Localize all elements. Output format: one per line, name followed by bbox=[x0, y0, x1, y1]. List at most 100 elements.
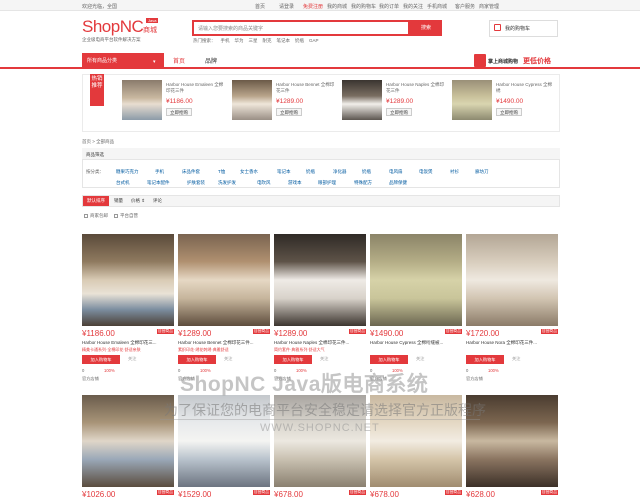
shopnc-logo[interactable]: ShopNC bbox=[82, 17, 144, 37]
top-cart-link[interactable]: 我的购物车 bbox=[351, 3, 379, 10]
filter-option[interactable]: 品牌保健 bbox=[389, 180, 407, 186]
hot-word[interactable]: GAP bbox=[309, 38, 319, 44]
filter-option[interactable]: 洗发护发 bbox=[218, 180, 236, 186]
my-follows-link[interactable]: 我的关注 bbox=[403, 3, 427, 10]
product-price: ¥1529.00 bbox=[178, 490, 212, 499]
filter-option[interactable]: 台式机 bbox=[116, 180, 130, 186]
self-operated-checkbox[interactable]: 平台自营 bbox=[114, 213, 138, 219]
add-to-cart-button[interactable]: 加入购物车 bbox=[82, 355, 120, 364]
hot-word[interactable]: 笔记本 bbox=[277, 38, 291, 44]
filter-option[interactable]: 床品件套 bbox=[182, 169, 200, 175]
sort-default-button[interactable]: 默认排序 bbox=[83, 196, 109, 206]
hot-item-name[interactable]: Harbor House Naples 全棉印花三件 bbox=[386, 82, 446, 94]
my-orders-link[interactable]: 我的订单 bbox=[379, 3, 403, 10]
search-placeholder: 请输入您要搜索的商品关键字 bbox=[198, 26, 264, 32]
top-link-home[interactable]: 首页 bbox=[255, 3, 279, 10]
hot-word[interactable]: 华为 bbox=[235, 38, 244, 44]
breadcrumb[interactable]: 首页 > 全部商品 bbox=[82, 139, 114, 145]
hot-item[interactable]: Harbor House Bennet 全棉印花三件 ¥1289.00 立即抢购 bbox=[232, 80, 342, 126]
filter-option[interactable]: 笔记本 bbox=[277, 169, 291, 175]
nav-home[interactable]: 首页 bbox=[173, 56, 185, 65]
product-desc: 简约套件·典雅系列·舒适大气 bbox=[274, 347, 325, 352]
filter-option[interactable]: 护肤套装 bbox=[187, 180, 205, 186]
hot-item-name[interactable]: Harbor House Cypress 全棉绣 bbox=[496, 82, 556, 94]
follow-button[interactable]: 关注 bbox=[224, 356, 232, 362]
register-link[interactable]: 免费注册 bbox=[303, 3, 327, 10]
hot-item-image[interactable] bbox=[452, 80, 492, 120]
filter-option[interactable]: 游戏本 bbox=[288, 180, 302, 186]
hot-item-buy-button[interactable]: 立即抢购 bbox=[166, 108, 192, 116]
filter-option[interactable]: 奶瓶 bbox=[362, 169, 371, 175]
hot-item[interactable]: Harbor House Naples 全棉印花三件 ¥1289.00 立即抢购 bbox=[342, 80, 452, 126]
hot-word[interactable]: 手机 bbox=[221, 38, 230, 44]
follow-button[interactable]: 关注 bbox=[512, 356, 520, 362]
product-image[interactable] bbox=[274, 234, 366, 326]
add-to-cart-button[interactable]: 加入购物车 bbox=[178, 355, 216, 364]
product-name[interactable]: Harbor House Bennet 全棉印花三件... bbox=[178, 340, 270, 346]
filter-option[interactable]: 电风扇 bbox=[389, 169, 403, 175]
filter-option[interactable]: 奶瓶 bbox=[306, 169, 315, 175]
hot-item-buy-button[interactable]: 立即抢购 bbox=[276, 108, 302, 116]
hot-item[interactable]: Harbor House Emaleen 全棉印花三件 ¥1186.00 立即抢… bbox=[122, 80, 232, 126]
hot-item-image[interactable] bbox=[342, 80, 382, 120]
search-button[interactable]: 搜索 bbox=[410, 20, 442, 36]
merchant-link[interactable]: 商家管理 bbox=[479, 3, 503, 10]
self-operated-badge: 自营商品 bbox=[444, 329, 462, 334]
product-name[interactable]: Harbor House Cypress 全棉绗缝被... bbox=[370, 340, 462, 346]
hot-item-name[interactable]: Harbor House Emaleen 全棉印花三件 bbox=[166, 82, 226, 94]
filter-option[interactable]: 电饭煲 bbox=[419, 169, 433, 175]
product-image[interactable] bbox=[466, 234, 558, 326]
filter-option[interactable]: 手机 bbox=[155, 169, 164, 175]
product-image[interactable] bbox=[82, 234, 174, 326]
product-image[interactable] bbox=[178, 234, 270, 326]
filter-option[interactable]: 特殊配方 bbox=[354, 180, 372, 186]
follow-button[interactable]: 关注 bbox=[320, 356, 328, 362]
hot-item-name[interactable]: Harbor House Bennet 全棉印花三件 bbox=[276, 82, 336, 94]
filter-option[interactable]: 净化器 bbox=[333, 169, 347, 175]
login-link[interactable]: 请登录 bbox=[279, 3, 303, 10]
product-name[interactable]: Harbor House Nora 全棉印花三件... bbox=[466, 340, 558, 346]
hot-word[interactable]: 奶瓶 bbox=[295, 38, 304, 44]
store-link[interactable]: 官方店铺 bbox=[82, 376, 99, 382]
filter-option[interactable]: 笔记本配件 bbox=[147, 180, 170, 186]
filter-option[interactable]: 女士香水 bbox=[240, 169, 258, 175]
sort-comments[interactable]: 评论 bbox=[153, 198, 162, 204]
hot-item-image[interactable] bbox=[122, 80, 162, 120]
hot-word[interactable]: 三星 bbox=[249, 38, 258, 44]
my-mall-link[interactable]: 我的商城 bbox=[327, 3, 351, 10]
filter-option[interactable]: 糖果巧克力 bbox=[116, 169, 139, 175]
self-operated-badge: 自营商品 bbox=[252, 490, 270, 495]
hot-item-buy-button[interactable]: 立即抢购 bbox=[496, 108, 522, 116]
customer-service-link[interactable]: 客户服务 bbox=[455, 3, 479, 10]
filter-option[interactable]: 衬衫 bbox=[450, 169, 459, 175]
filter-option[interactable]: 廊坊刀 bbox=[475, 169, 489, 175]
product-name[interactable]: Harbor House Naples 全棉印花三件... bbox=[274, 340, 366, 346]
add-to-cart-button[interactable]: 加入购物车 bbox=[466, 355, 504, 364]
promo-text[interactable]: 掌上商城购物 bbox=[488, 58, 518, 65]
hot-item-buy-button[interactable]: 立即抢购 bbox=[386, 108, 412, 116]
hot-word[interactable]: 耐克 bbox=[263, 38, 272, 44]
filter-option[interactable]: T恤 bbox=[218, 169, 225, 175]
sort-sales[interactable]: 销量 bbox=[114, 198, 123, 204]
product-image[interactable] bbox=[82, 395, 174, 487]
hot-item-image[interactable] bbox=[232, 80, 272, 120]
follow-button[interactable]: 关注 bbox=[128, 356, 136, 362]
free-shipping-checkbox[interactable]: 商家包邮 bbox=[84, 213, 108, 219]
self-operated-badge: 自营商品 bbox=[156, 329, 174, 334]
filter-option[interactable]: 电吹风 bbox=[257, 180, 271, 186]
store-link[interactable]: 官方店铺 bbox=[466, 376, 483, 382]
nav-brand[interactable]: 品牌 bbox=[205, 56, 217, 65]
filter-option[interactable]: 眼部护理 bbox=[318, 180, 336, 186]
product-name[interactable]: Harbor House Emaleen 全棉印花三... bbox=[82, 340, 174, 346]
product-image[interactable] bbox=[370, 234, 462, 326]
promo-highlight[interactable]: 更低价格 bbox=[523, 56, 551, 66]
self-operated-badge: 自营商品 bbox=[540, 490, 558, 495]
hot-item[interactable]: Harbor House Cypress 全棉绣 ¥1490.00 立即抢购 bbox=[452, 80, 562, 126]
add-to-cart-button[interactable]: 加入购物车 bbox=[274, 355, 312, 364]
sort-price[interactable]: 价格 ⇕ bbox=[131, 198, 145, 204]
add-to-cart-button[interactable]: 加入购物车 bbox=[370, 355, 408, 364]
follow-button[interactable]: 关注 bbox=[416, 356, 424, 362]
product-desc: 素织印花·绣花刺绣·典雅舒适 bbox=[178, 347, 229, 352]
all-categories-button[interactable]: 所有商品分类 bbox=[82, 53, 164, 69]
mobile-mall-link[interactable]: 手机商城 bbox=[427, 3, 455, 10]
